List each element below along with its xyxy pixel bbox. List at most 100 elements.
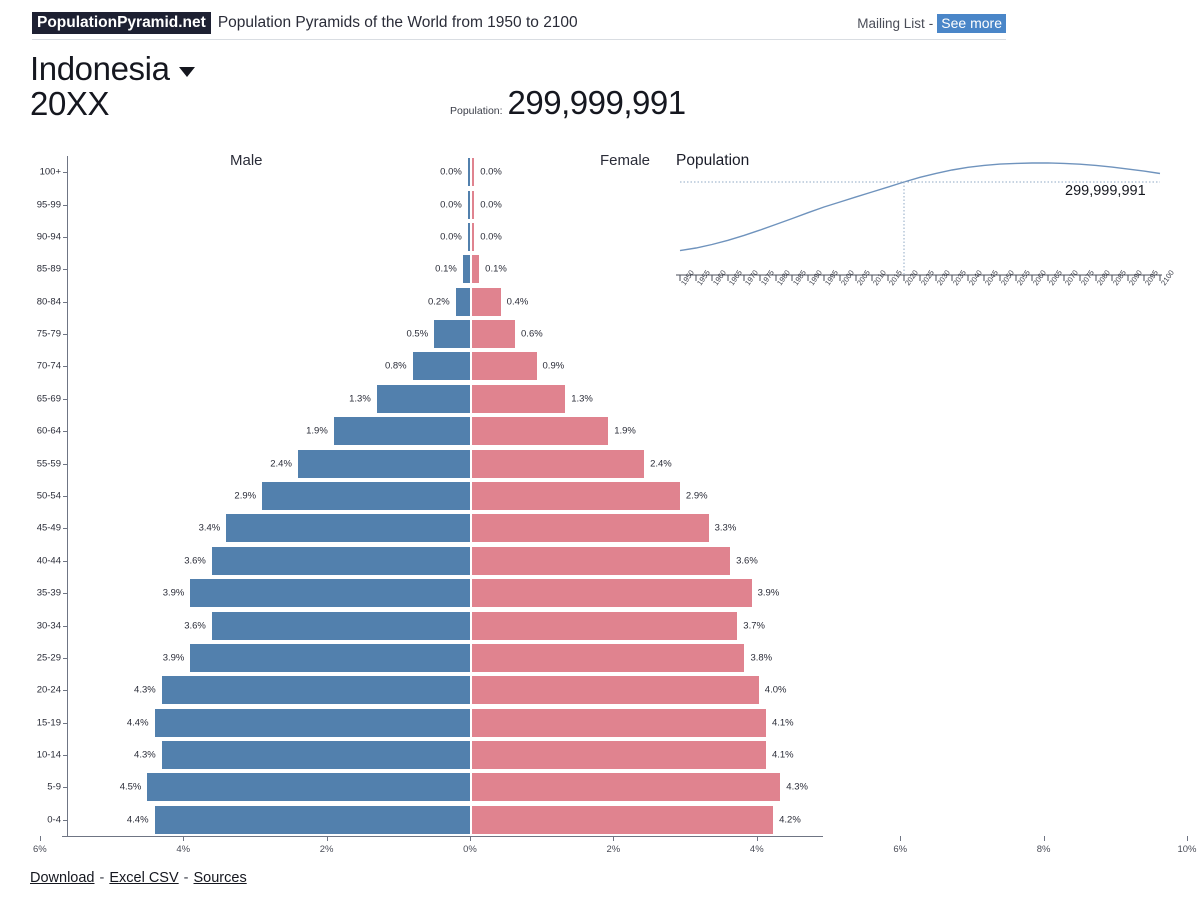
female-bar-value: 4.1% <box>771 749 794 761</box>
y-axis-tick <box>63 819 67 821</box>
age-group-label: 15-19 <box>36 717 61 729</box>
x-axis-tick-label: 4% <box>749 844 764 855</box>
female-bar-value: 0.1% <box>485 263 507 275</box>
male-bar[interactable] <box>154 805 470 834</box>
male-bar[interactable] <box>226 514 470 543</box>
footer-links: Download - Excel CSV - Sources <box>30 870 247 886</box>
footer-separator-2: - <box>183 870 189 886</box>
x-axis-tick-label: 0% <box>463 844 477 855</box>
age-group-label: 95-99 <box>36 199 61 211</box>
x-axis-tick <box>900 836 902 841</box>
y-axis-tick <box>63 463 67 465</box>
male-bar[interactable] <box>455 287 470 316</box>
male-bar-value: 1.9% <box>306 425 328 437</box>
female-bar[interactable] <box>472 676 759 705</box>
male-bar[interactable] <box>154 708 470 737</box>
female-bar-value: 0.4% <box>506 296 529 308</box>
female-bar[interactable] <box>472 449 645 478</box>
female-bar[interactable] <box>472 158 475 187</box>
country-selector[interactable]: Indonesia <box>30 50 195 88</box>
population-pyramid-page: PopulationPyramid.net Population Pyramid… <box>0 0 1200 900</box>
male-bar-value: 3.6% <box>184 620 206 632</box>
female-bar[interactable] <box>472 384 566 413</box>
male-bar-value: 2.4% <box>270 458 292 470</box>
population-total: 299,999,991 <box>507 84 687 121</box>
male-bar[interactable] <box>190 579 470 608</box>
y-axis-tick <box>63 787 67 789</box>
female-bar[interactable] <box>472 287 501 316</box>
age-group-label: 50-54 <box>36 490 61 502</box>
female-bar[interactable] <box>472 352 537 381</box>
female-bar[interactable] <box>472 482 680 510</box>
male-bar-value: 0.8% <box>384 360 407 372</box>
y-axis-tick <box>63 398 67 400</box>
population-chart-year-ticks: 1950 1955 1960 1965 1970 1975 1980 1985 1990 1995… <box>676 268 1176 322</box>
female-bar[interactable] <box>472 805 774 834</box>
male-bar-value: 4.4% <box>126 814 149 826</box>
female-bar-value: 4.3% <box>786 781 808 793</box>
male-bar[interactable] <box>434 320 470 349</box>
male-bar[interactable] <box>467 158 470 187</box>
y-axis-tick <box>63 690 67 692</box>
female-bar-value: 3.6% <box>736 555 758 567</box>
male-bar[interactable] <box>297 449 470 478</box>
male-bar[interactable] <box>262 482 470 510</box>
male-bar[interactable] <box>412 352 470 381</box>
male-bar[interactable] <box>211 611 470 640</box>
male-bar[interactable] <box>376 384 470 413</box>
male-bar-value: 0.2% <box>428 296 450 308</box>
x-axis-tick <box>1043 836 1045 841</box>
see-more-link[interactable]: See more <box>937 13 1006 33</box>
sources-link[interactable]: Sources <box>194 870 247 886</box>
age-group-label: 80-84 <box>36 296 61 308</box>
mailing-list-label: Mailing List <box>857 15 925 31</box>
female-bar[interactable] <box>472 546 731 575</box>
site-logo[interactable]: PopulationPyramid.net <box>32 11 211 35</box>
male-bar[interactable] <box>211 546 470 575</box>
y-axis-tick <box>63 366 67 368</box>
female-bar[interactable] <box>472 773 781 802</box>
female-bar[interactable] <box>472 708 766 737</box>
female-bar[interactable] <box>472 417 609 446</box>
age-group-label: 55-59 <box>36 458 61 470</box>
female-bar[interactable] <box>472 222 475 251</box>
population-chart-title: Population <box>676 152 750 169</box>
year-title: 20XX <box>30 85 110 122</box>
caret-down-icon[interactable] <box>178 67 195 77</box>
female-bar[interactable] <box>472 190 475 219</box>
female-bar-value: 3.3% <box>714 522 737 534</box>
age-group-label: 25-29 <box>36 652 61 664</box>
female-bar[interactable] <box>472 611 738 640</box>
male-bar[interactable] <box>467 190 470 219</box>
male-bar-value: 3.9% <box>162 652 185 664</box>
age-group-label: 35-39 <box>36 587 61 599</box>
male-bar[interactable] <box>161 676 470 705</box>
female-bar[interactable] <box>472 741 766 770</box>
population-trend-chart: Population 299,999,991 1950 1955 1960 1965 1… <box>676 150 1176 295</box>
female-bar-value: 2.4% <box>650 458 672 470</box>
female-bar[interactable] <box>472 514 709 543</box>
female-bar-value: 2.9% <box>685 490 708 502</box>
male-bar[interactable] <box>467 222 470 251</box>
male-bar-value: 4.4% <box>126 717 149 729</box>
age-group-label: 45-49 <box>36 522 61 534</box>
male-bar-value: 1.3% <box>349 393 371 405</box>
male-bar[interactable] <box>147 773 470 802</box>
female-bar[interactable] <box>472 643 745 672</box>
male-bar[interactable] <box>333 417 470 446</box>
excel-csv-link[interactable]: Excel CSV <box>109 870 178 886</box>
female-bar[interactable] <box>472 320 516 349</box>
male-bar[interactable] <box>190 643 470 672</box>
population-chart-annotation: 299,999,991 <box>1065 183 1146 199</box>
male-bar[interactable] <box>462 255 470 284</box>
download-link[interactable]: Download <box>30 870 95 886</box>
x-axis-tick-label: 6% <box>32 844 47 855</box>
male-bar-value: 4.3% <box>134 749 156 761</box>
age-group-label: 70-74 <box>36 360 61 372</box>
male-bar[interactable] <box>161 741 470 770</box>
age-group-label: 40-44 <box>36 555 61 567</box>
female-bar[interactable] <box>472 255 480 284</box>
female-bar-value: 1.3% <box>571 393 593 405</box>
female-bar[interactable] <box>472 579 752 608</box>
age-group-label: 20-24 <box>36 684 61 696</box>
